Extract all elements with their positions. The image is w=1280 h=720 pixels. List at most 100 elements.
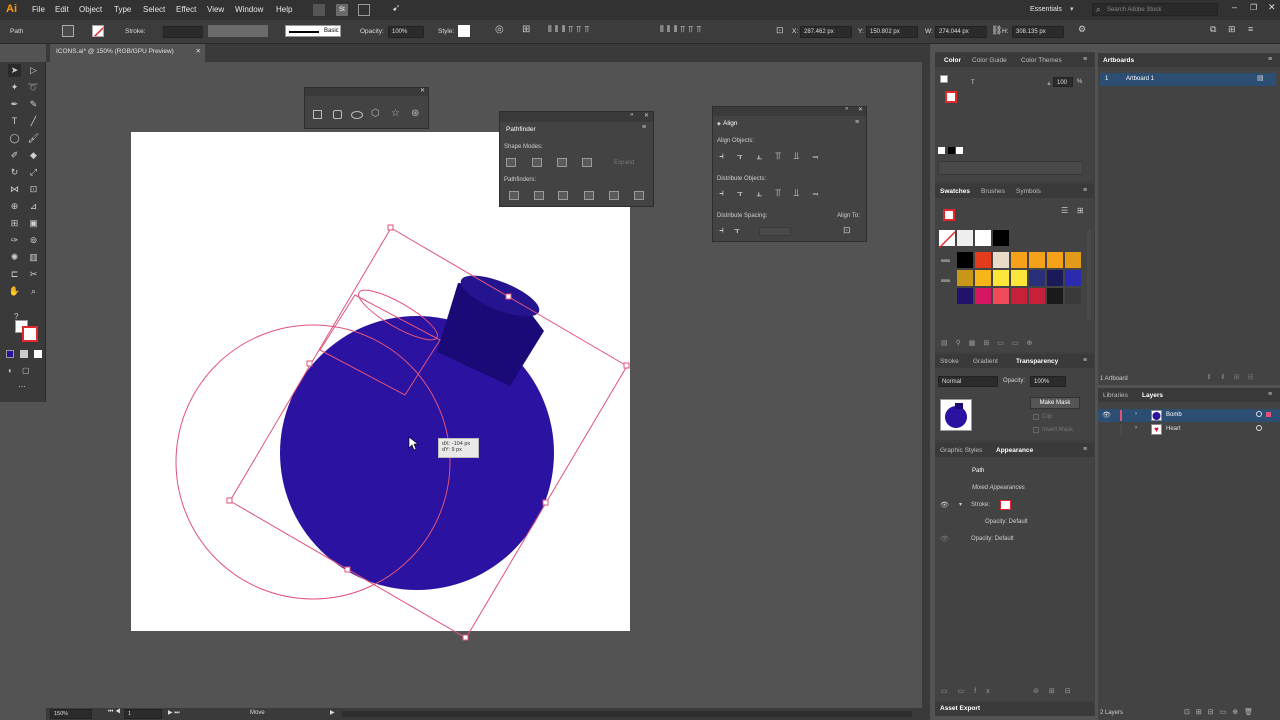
shaper-tool-icon[interactable]: ✐ [8, 149, 21, 162]
target-icon[interactable] [1256, 411, 1262, 417]
visibility-eye-icon[interactable]: 👁 [1102, 411, 1111, 419]
color-swatch[interactable] [956, 269, 974, 287]
artboard-footer-icons[interactable]: ⬆⬇⊞⊟ [1206, 373, 1261, 381]
close-icon[interactable]: ✕ [858, 106, 863, 113]
curvature-tool-icon[interactable]: ✎ [27, 98, 40, 111]
color-stroke-swatch[interactable] [945, 91, 957, 103]
panel-menu-icon[interactable]: ≡ [1083, 187, 1087, 194]
transparency-thumbnail[interactable] [940, 399, 972, 431]
color-swatch[interactable] [974, 251, 992, 269]
menu-effect[interactable]: Effect [176, 5, 196, 14]
color-swatch[interactable] [1046, 287, 1064, 305]
fill-swatch[interactable] [62, 25, 74, 37]
toolbar-stroke-swatch[interactable] [22, 326, 38, 342]
horizontal-scrollbar[interactable] [342, 711, 912, 717]
tab-color-guide[interactable]: Color Guide [972, 57, 1007, 64]
magic-wand-tool-icon[interactable]: ✦ [8, 81, 21, 94]
swatch-footer-icons[interactable]: ▤⚲▦⊞▭▭⊕ [941, 339, 1040, 347]
gradient-tool-icon[interactable]: ▣ [27, 217, 40, 230]
column-graph-tool-icon[interactable]: ▥ [27, 251, 40, 264]
menu-window[interactable]: Window [235, 5, 263, 14]
color-swatch[interactable] [974, 287, 992, 305]
expand-arrow-icon[interactable]: ◆ [717, 121, 721, 127]
trim-button[interactable] [534, 191, 544, 200]
chevron-right-icon[interactable]: › [1135, 425, 1137, 431]
type-tool-icon[interactable]: T [8, 115, 21, 128]
align-to-icon[interactable]: ⊞ [522, 24, 530, 35]
none-color-icon[interactable] [938, 147, 945, 154]
transform-icon[interactable]: ⚙ [1078, 24, 1086, 35]
visibility-eye-icon[interactable]: 👁 [940, 535, 949, 543]
stock-search-box[interactable]: ⌕ Search Adobe Stock [1092, 3, 1218, 16]
panel-menu-icon[interactable]: ≡ [1083, 56, 1087, 63]
transform-reference-icon[interactable]: ⊡ [776, 25, 784, 36]
tab-libraries[interactable]: Libraries [1103, 392, 1128, 399]
align-objects-buttons[interactable]: ⫞⫟⫠⫪⫫⫬ [719, 151, 831, 162]
distribute-spacing-buttons[interactable]: ⫞⫟ [719, 225, 750, 236]
screen-mode-icon[interactable]: ▢ [22, 366, 30, 375]
selection-tool-icon[interactable]: ➤ [8, 64, 21, 77]
blend-tool-icon[interactable]: ⊚ [27, 234, 40, 247]
scale-tool-icon[interactable]: ⤢ [27, 166, 40, 179]
artboard-row[interactable]: 1 Artboard 1 ▤ [1100, 73, 1276, 86]
lasso-tool-icon[interactable]: ➰ [27, 81, 40, 94]
tab-stroke[interactable]: Stroke [940, 358, 959, 365]
scrollbar[interactable] [1087, 230, 1091, 320]
stock-icon[interactable]: St [336, 4, 348, 16]
visibility-eye-icon[interactable]: 👁 [940, 501, 949, 509]
list-view-icon[interactable]: ☰ [1061, 206, 1068, 215]
line-tool-icon[interactable]: ╱ [27, 115, 40, 128]
document-tab[interactable]: ICONS.ai* @ 150% (RGB/GPU Preview) ✕ [50, 44, 205, 62]
color-swatch[interactable] [1010, 251, 1028, 269]
expand-button[interactable]: Expand [614, 160, 634, 166]
selection-indicator[interactable] [1266, 412, 1271, 417]
opacity-field[interactable]: 100% [1030, 376, 1066, 387]
minus-front-button[interactable] [532, 158, 542, 167]
recolor-artwork-icon[interactable]: ◎ [495, 24, 504, 35]
tab-appearance[interactable]: Appearance [996, 447, 1033, 454]
gradient-mode-icon[interactable] [20, 350, 28, 358]
swatch-black[interactable] [992, 229, 1010, 247]
appearance-stroke-swatch[interactable] [1000, 500, 1011, 510]
shape-builder-tool-icon[interactable]: ⊕ [8, 200, 21, 213]
color-swatch[interactable] [992, 251, 1010, 269]
color-swatch[interactable] [956, 251, 974, 269]
rotate-tool-icon[interactable]: ↻ [8, 166, 21, 179]
hand-tool-icon[interactable]: ✋ [8, 285, 21, 298]
layer-row-bomb[interactable]: 👁 › Bomb [1098, 409, 1280, 422]
tab-artboards[interactable]: Artboards [1103, 57, 1134, 64]
color-swatch[interactable] [992, 287, 1010, 305]
close-icon[interactable]: ✕ [1268, 2, 1276, 13]
exclude-button[interactable] [582, 158, 592, 167]
isolate-icon[interactable]: ⧉ [1210, 24, 1216, 35]
crop-button[interactable] [584, 191, 594, 200]
layer-name-bomb[interactable]: Bomb [1166, 412, 1182, 418]
mesh-tool-icon[interactable]: ⊞ [8, 217, 21, 230]
paintbrush-tool-icon[interactable]: 🖌 [27, 132, 40, 145]
minimize-icon[interactable]: – [1232, 2, 1237, 12]
gpu-performance-icon[interactable]: ➹ [392, 3, 400, 14]
align-tab[interactable]: Align [723, 120, 737, 127]
color-swatch[interactable] [1028, 269, 1046, 287]
blend-mode-select[interactable]: Normal [938, 376, 998, 387]
stroke-swatch[interactable] [92, 25, 104, 37]
tab-swatches[interactable]: Swatches [940, 188, 970, 195]
free-transform-tool-icon[interactable]: ⊡ [27, 183, 40, 196]
y-field[interactable]: 150.802 px [866, 26, 918, 38]
tab-asset-export[interactable]: Asset Export [940, 705, 980, 712]
artboard-tool-icon[interactable]: ⊏ [8, 268, 21, 281]
swatch-registration[interactable] [956, 229, 974, 247]
collapse-icon[interactable]: » [845, 106, 848, 112]
bounding-handle[interactable] [462, 634, 469, 641]
layer-footer-icons[interactable]: ⊡⊞⊟▭⊕🗑 [1184, 708, 1259, 716]
close-tab-icon[interactable]: ✕ [196, 47, 201, 55]
eyedropper-tool-icon[interactable]: ✑ [8, 234, 21, 247]
color-fill-swatch[interactable] [940, 75, 948, 83]
color-swatch[interactable] [992, 269, 1010, 287]
panel-menu-icon[interactable]: ≡ [1083, 357, 1087, 364]
distribute-buttons[interactable]: ⫴⫴⫴⫪⫪⫪ [660, 24, 705, 35]
black-color-icon[interactable] [948, 147, 955, 154]
tint-value-field[interactable]: 100 [1053, 77, 1073, 87]
zoom-field[interactable]: 150% [50, 709, 92, 719]
pathfinder-tab[interactable]: Pathfinder [506, 126, 536, 133]
